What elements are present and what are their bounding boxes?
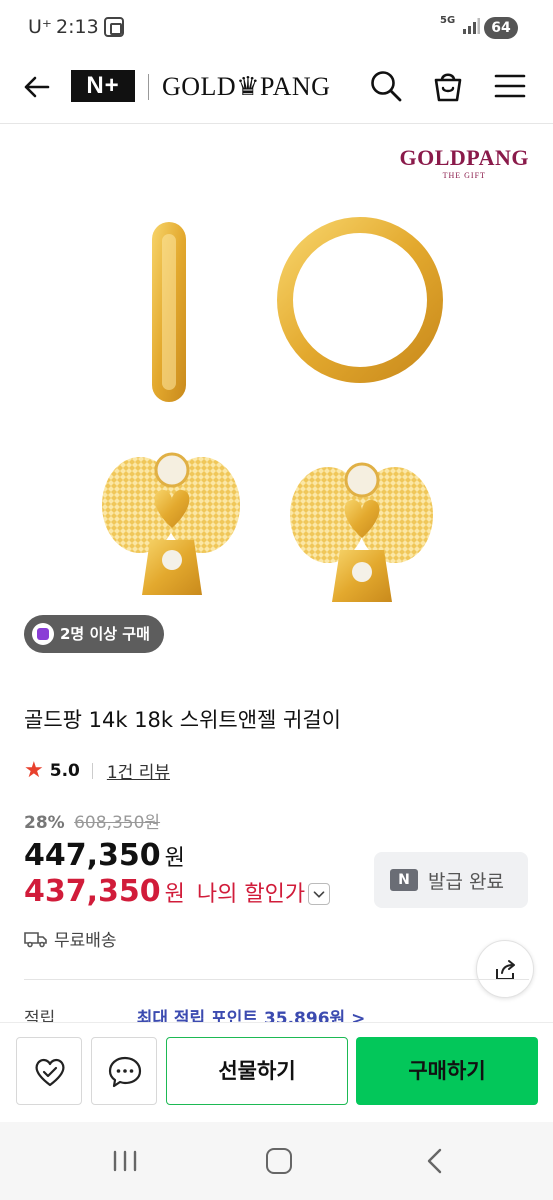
sale-price-value: 447,350 <box>24 838 161 873</box>
wishlist-button[interactable] <box>16 1037 82 1105</box>
header-divider <box>148 74 149 100</box>
talk-button[interactable] <box>91 1037 157 1105</box>
product-title: 골드팡 14k 18k 스위트앤젤 귀걸이 <box>24 708 341 732</box>
earring-illustration <box>102 217 443 602</box>
product-page: U⁺ 2:13 5G 64 N+ GOLD♛PANG GOLDPANG THE … <box>0 0 553 1200</box>
goldpang-logo: GOLDPANG THE GIFT <box>399 145 529 180</box>
shipping-info: 무료배송 <box>24 926 117 951</box>
my-price-label: 나의 할인가 <box>196 882 306 907</box>
points-row[interactable]: 적립 최대 적립 포인트 35,896원 > <box>24 1004 529 1022</box>
search-icon[interactable] <box>368 68 404 104</box>
my-price-unit: 원 <box>164 882 185 907</box>
gift-button[interactable]: 선물하기 <box>166 1037 348 1105</box>
bottom-action-bar: 선물하기 구매하기 <box>0 1022 553 1122</box>
home-icon[interactable] <box>266 1148 292 1174</box>
coupon-status: 발급 완료 <box>428 870 504 893</box>
recent-apps-icon[interactable] <box>112 1150 138 1172</box>
review-link[interactable]: 1건 리뷰 <box>107 758 170 783</box>
my-price-value: 437,350 <box>24 874 161 909</box>
shopping-bag-icon <box>32 623 54 645</box>
group-purchase-label: 2명 이상 구매 <box>60 625 150 643</box>
rating-score: 5.0 <box>49 760 80 781</box>
status-bar: U⁺ 2:13 5G 64 <box>0 0 553 56</box>
section-divider <box>24 979 529 980</box>
points-label: 적립 <box>24 1009 56 1022</box>
carrier-label: U⁺ <box>28 16 52 38</box>
group-purchase-badge: 2명 이상 구매 <box>24 615 164 653</box>
points-value: 최대 적립 포인트 35,896원 > <box>136 1009 366 1022</box>
menu-icon[interactable] <box>492 68 528 104</box>
top-navigation: N+ GOLD♛PANG <box>0 56 553 124</box>
buy-button[interactable]: 구매하기 <box>356 1037 538 1105</box>
sale-price-unit: 원 <box>164 846 185 871</box>
sale-price: 447,350 원 <box>24 838 185 873</box>
screenshot-icon <box>104 17 124 37</box>
signal-icon <box>463 18 480 34</box>
rating-divider <box>91 762 93 779</box>
original-price: 608,350원 <box>74 813 161 833</box>
chevron-down-icon[interactable] <box>308 883 330 905</box>
truck-icon <box>24 931 47 947</box>
system-nav-bar <box>0 1122 553 1200</box>
discount-row: 28% 608,350원 <box>24 808 160 833</box>
cart-icon[interactable] <box>430 68 466 104</box>
discount-percent: 28% <box>24 813 65 833</box>
chat-bubble-icon <box>108 1056 142 1088</box>
battery-indicator: 64 <box>484 17 518 39</box>
store-brand[interactable]: GOLD♛PANG <box>162 72 330 102</box>
naver-coupon-icon: N <box>390 869 418 891</box>
shipping-label: 무료배송 <box>54 931 117 951</box>
star-icon: ★ <box>24 758 44 783</box>
heart-check-icon <box>35 1058 65 1087</box>
naver-plus-logo[interactable]: N+ <box>71 70 135 102</box>
network-label: 5G <box>440 15 456 26</box>
back-arrow-icon[interactable] <box>20 70 54 104</box>
product-image[interactable]: GOLDPANG THE GIFT 2명 이상 구매 <box>0 125 553 670</box>
nav-back-icon[interactable] <box>424 1148 446 1174</box>
share-button[interactable] <box>476 940 534 998</box>
clock: 2:13 <box>56 16 99 38</box>
coupon-issued-button[interactable]: N 발급 완료 <box>374 852 528 908</box>
rating-row: ★ 5.0 1건 리뷰 <box>24 758 170 783</box>
my-discount-price: 437,350 원 나의 할인가 <box>24 874 305 909</box>
